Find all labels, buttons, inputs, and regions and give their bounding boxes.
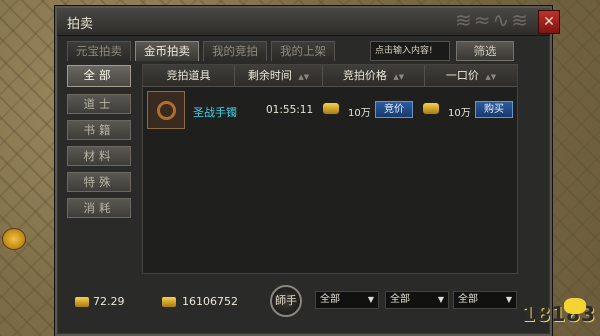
column-time[interactable]: 剩余时间 ▲▼: [235, 65, 323, 86]
sidebar-item-taoist[interactable]: 道士: [67, 94, 131, 114]
bid-price: 10万: [348, 108, 371, 119]
category-sidebar: 全部 道士 书籍 材料 特殊 消耗: [67, 65, 135, 265]
sidebar-item-consumables[interactable]: 消耗: [67, 198, 131, 218]
sidebar-item-special[interactable]: 特殊: [67, 172, 131, 192]
dropdown-value: 全部: [320, 294, 340, 305]
column-buyout-label: 一口价: [445, 69, 479, 82]
bottom-bar: 72.29 16106752 師手 全部 ▼ 全部 ▼ 全部 ▼: [67, 285, 537, 321]
buy-button[interactable]: 购买: [475, 101, 513, 118]
title-bar: 拍卖 ≋≈∿≋ ✕: [57, 8, 560, 36]
gold-icon: [162, 297, 176, 307]
item-name: 圣战手镯: [193, 106, 237, 119]
filter-dropdown-1[interactable]: 全部 ▼: [315, 291, 379, 309]
table-row[interactable]: 圣战手镯 01:55:11 10万 竞价 10万 购买: [143, 91, 517, 133]
logo-badge-icon: [564, 298, 586, 314]
tab-gold-auction[interactable]: 金币拍卖: [135, 41, 199, 61]
search-input[interactable]: 点击输入内容!: [370, 41, 450, 61]
bracelet-icon[interactable]: [147, 91, 185, 129]
filter-button[interactable]: 筛选: [456, 41, 514, 61]
window-title: 拍卖: [67, 17, 94, 32]
bag-icon[interactable]: [2, 228, 26, 250]
close-button[interactable]: ✕: [538, 10, 560, 34]
auction-list: 竞拍道具 剩余时间 ▲▼ 竞拍价格 ▲▼ 一口价 ▲▼ 圣战手镯 01:55:1…: [142, 64, 518, 274]
filter-dropdown-2[interactable]: 全部 ▼: [385, 291, 449, 309]
column-item-label: 竞拍道具: [166, 69, 211, 82]
gold-balance: 16106752: [182, 295, 238, 308]
gold-coin-icon: [423, 103, 439, 114]
auction-tabs: 元宝拍卖 金币拍卖 我的竞拍 我的上架: [67, 41, 335, 61]
sidebar-item-all[interactable]: 全部: [67, 65, 131, 87]
sidebar-item-books[interactable]: 书籍: [67, 120, 131, 140]
sort-icon: ▲▼: [393, 73, 405, 81]
sidebar-item-materials[interactable]: 材料: [67, 146, 131, 166]
tab-my-listings[interactable]: 我的上架: [271, 41, 335, 61]
column-time-label: 剩余时间: [247, 69, 292, 82]
list-header: 竞拍道具 剩余时间 ▲▼ 竞拍价格 ▲▼ 一口价 ▲▼: [143, 65, 517, 87]
column-bid-price-label: 竞拍价格: [342, 69, 387, 82]
gold-coin-icon: [323, 103, 339, 114]
auction-window: 拍卖 ≋≈∿≋ ✕ 元宝拍卖 金币拍卖 我的竞拍 我的上架 点击输入内容! 筛选…: [55, 6, 560, 336]
column-item: 竞拍道具: [143, 65, 235, 86]
time-left: 01:55:11: [266, 104, 314, 116]
sort-icon: ▲▼: [485, 73, 497, 81]
bid-button[interactable]: 竞价: [375, 101, 413, 118]
yuanbao-balance: 72.29: [93, 295, 125, 308]
caret-down-icon: ▼: [367, 295, 374, 304]
dragon-ornament-icon: ≋≈∿≋: [454, 8, 530, 32]
column-bid-price[interactable]: 竞拍价格 ▲▼: [323, 65, 425, 86]
tab-yuanbao-auction[interactable]: 元宝拍卖: [67, 41, 131, 61]
buyout-price: 10万: [448, 108, 471, 119]
dropdown-value: 全部: [458, 294, 478, 305]
watermark-logo: 18183: [506, 294, 596, 334]
caret-down-icon: ▼: [437, 295, 444, 304]
guild-emblem-icon[interactable]: 師手: [270, 285, 302, 317]
yuanbao-icon: [75, 297, 89, 307]
dropdown-value: 全部: [390, 294, 410, 305]
column-buyout[interactable]: 一口价 ▲▼: [425, 65, 517, 86]
sort-icon: ▲▼: [298, 73, 310, 81]
tab-my-bids[interactable]: 我的竞拍: [203, 41, 267, 61]
